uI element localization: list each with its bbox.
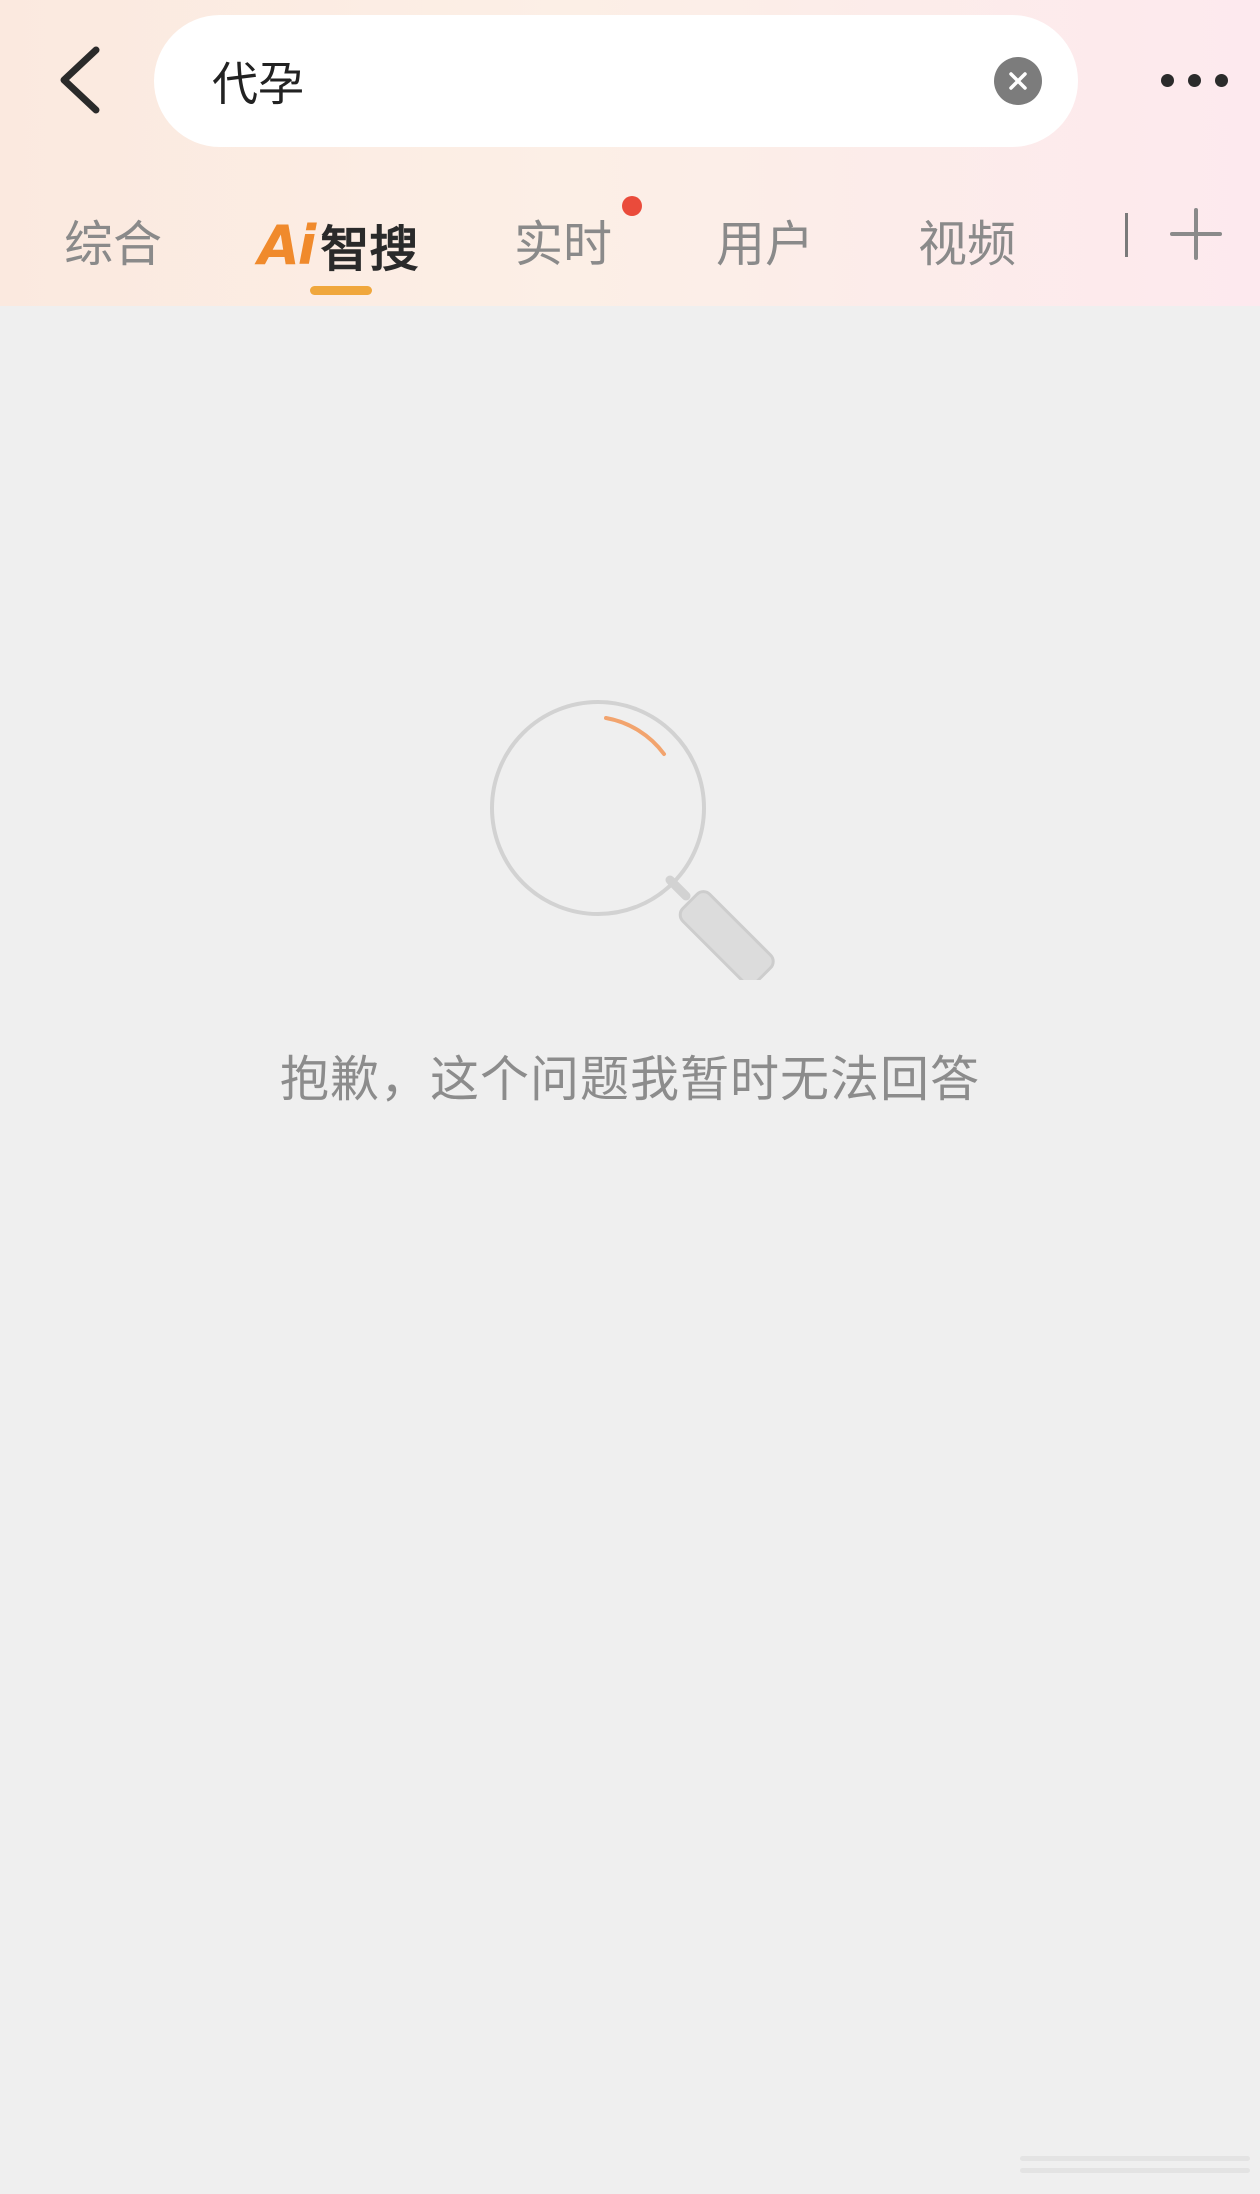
- more-dots-icon: [1214, 73, 1228, 87]
- clear-icon: [1009, 72, 1027, 90]
- ai-logo: Ai: [258, 213, 316, 277]
- search-box[interactable]: [154, 15, 1078, 147]
- search-results-page: 综合 Ai 智搜 实时 用户 视频 抱歉，: [0, 0, 1260, 2194]
- notification-badge: [622, 196, 642, 216]
- clear-search-button[interactable]: [994, 57, 1042, 105]
- header: 综合 Ai 智搜 实时 用户 视频: [0, 0, 1260, 306]
- more-options-button[interactable]: [1134, 48, 1254, 112]
- more-dots-icon: [1160, 73, 1174, 87]
- tab-divider: [1125, 213, 1128, 257]
- tab-realtime[interactable]: 实时: [514, 200, 612, 290]
- add-icon: [1170, 208, 1222, 260]
- active-tab-indicator: [310, 286, 372, 295]
- tab-ai-search-label: 智搜: [320, 220, 419, 278]
- back-arrow-icon: [60, 46, 100, 114]
- search-input[interactable]: [212, 15, 972, 147]
- tab-users[interactable]: 用户: [716, 200, 814, 290]
- tab-ai-search[interactable]: Ai 智搜: [258, 200, 418, 290]
- magnifier-icon: [490, 700, 775, 980]
- tab-videos[interactable]: 视频: [918, 200, 1016, 290]
- back-button[interactable]: [36, 36, 124, 124]
- empty-message: 抱歉，这个问题我暂时无法回答: [279, 1051, 980, 1108]
- tab-comprehensive[interactable]: 综合: [64, 200, 162, 290]
- more-dots-icon: [1187, 73, 1201, 87]
- add-tab-button[interactable]: [1168, 206, 1224, 262]
- scroll-indicator: [1020, 2156, 1250, 2173]
